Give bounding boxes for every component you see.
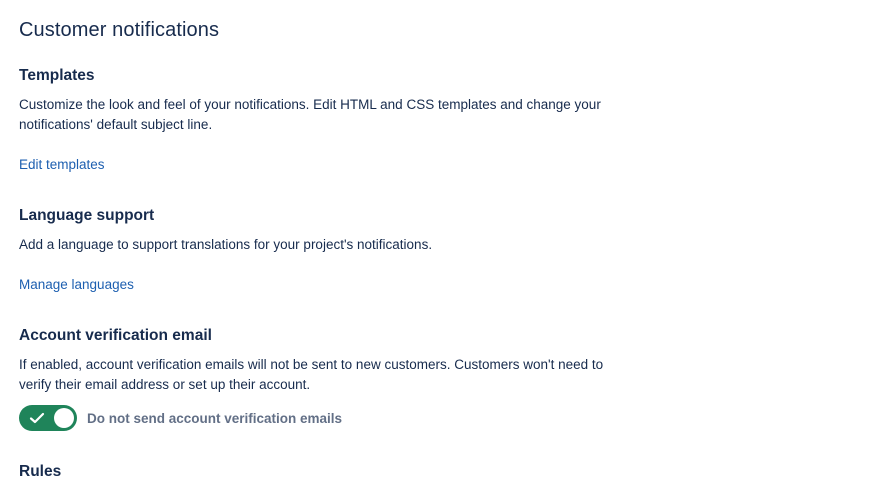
account-verification-heading: Account verification email	[19, 327, 212, 344]
edit-templates-link[interactable]: Edit templates	[19, 157, 105, 172]
toggle-knob	[54, 408, 74, 428]
manage-languages-link[interactable]: Manage languages	[19, 277, 134, 292]
language-support-description: Add a language to support translations f…	[19, 237, 433, 252]
checkmark-icon	[29, 412, 45, 424]
account-verification-toggle-row: Do not send account verification emails	[19, 405, 342, 431]
account-verification-description: If enabled, account verification emails …	[19, 357, 604, 392]
rules-heading: Rules	[19, 463, 62, 480]
account-verification-toggle[interactable]	[19, 405, 77, 431]
toggle-label: Do not send account verification emails	[87, 410, 343, 426]
language-support-heading: Language support	[19, 207, 155, 224]
templates-description: Customize the look and feel of your noti…	[19, 97, 601, 132]
templates-heading: Templates	[19, 67, 95, 84]
page-title: Customer notifications	[19, 19, 220, 41]
